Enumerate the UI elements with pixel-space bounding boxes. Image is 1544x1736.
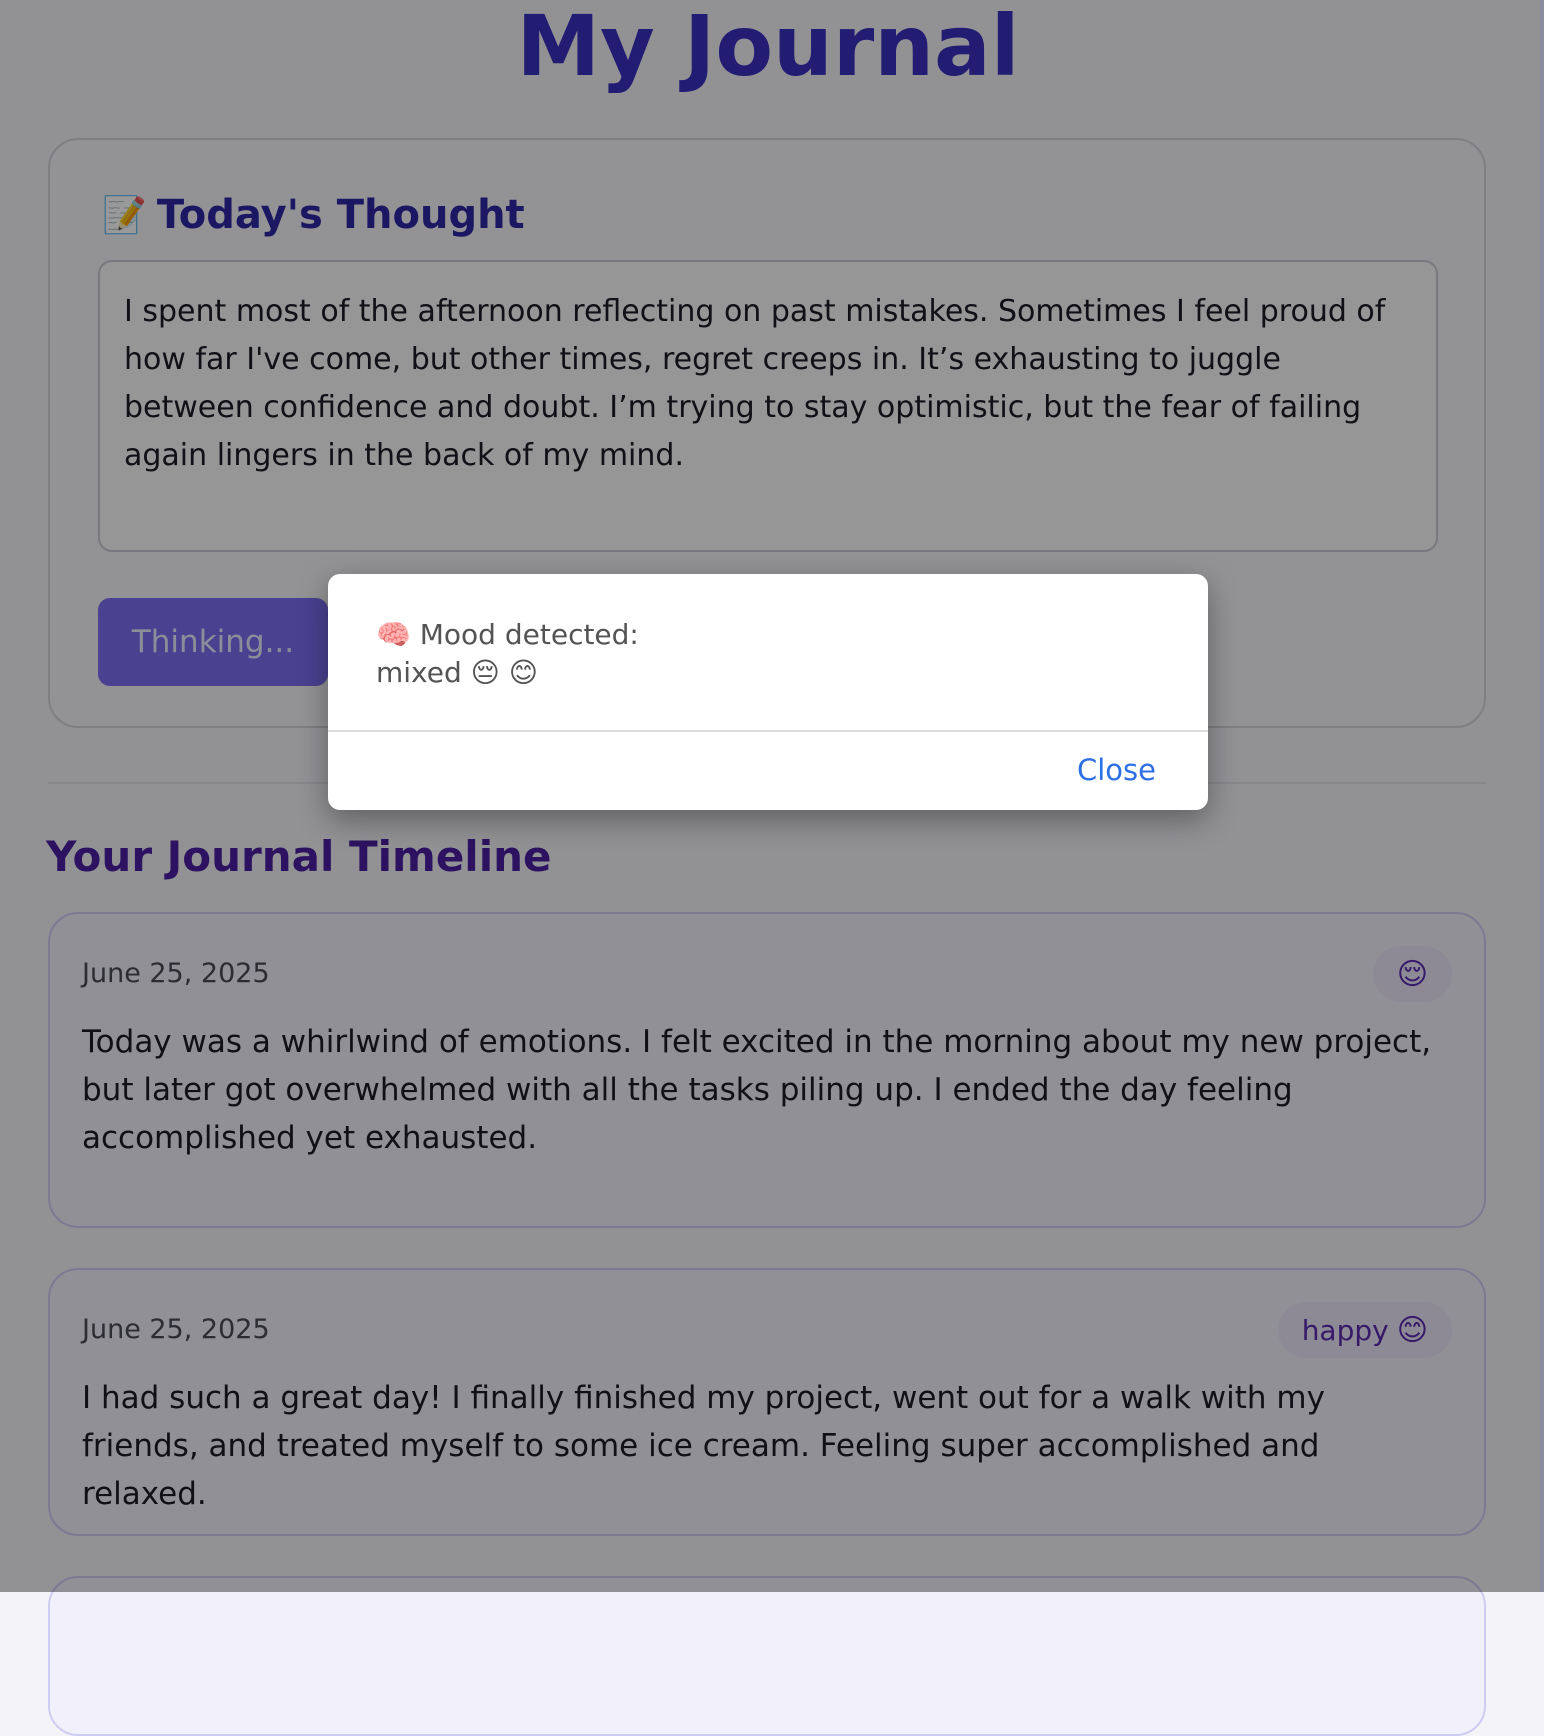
mood-detected-value: mixed 😔 😊 <box>376 656 538 689</box>
mood-detected-label: 🧠 Mood detected: <box>376 618 639 651</box>
journal-page: My Journal 📝 Today's Thought I spent mos… <box>0 0 1544 1736</box>
mood-alert-message: 🧠 Mood detected: mixed 😔 😊 <box>376 616 639 692</box>
dialog-divider <box>328 730 1208 732</box>
journal-entry-card <box>48 1576 1486 1736</box>
mood-alert-dialog: 🧠 Mood detected: mixed 😔 😊 Close <box>328 574 1208 810</box>
scrollbar[interactable] <box>1540 0 1544 1592</box>
close-button[interactable]: Close <box>1077 748 1156 792</box>
